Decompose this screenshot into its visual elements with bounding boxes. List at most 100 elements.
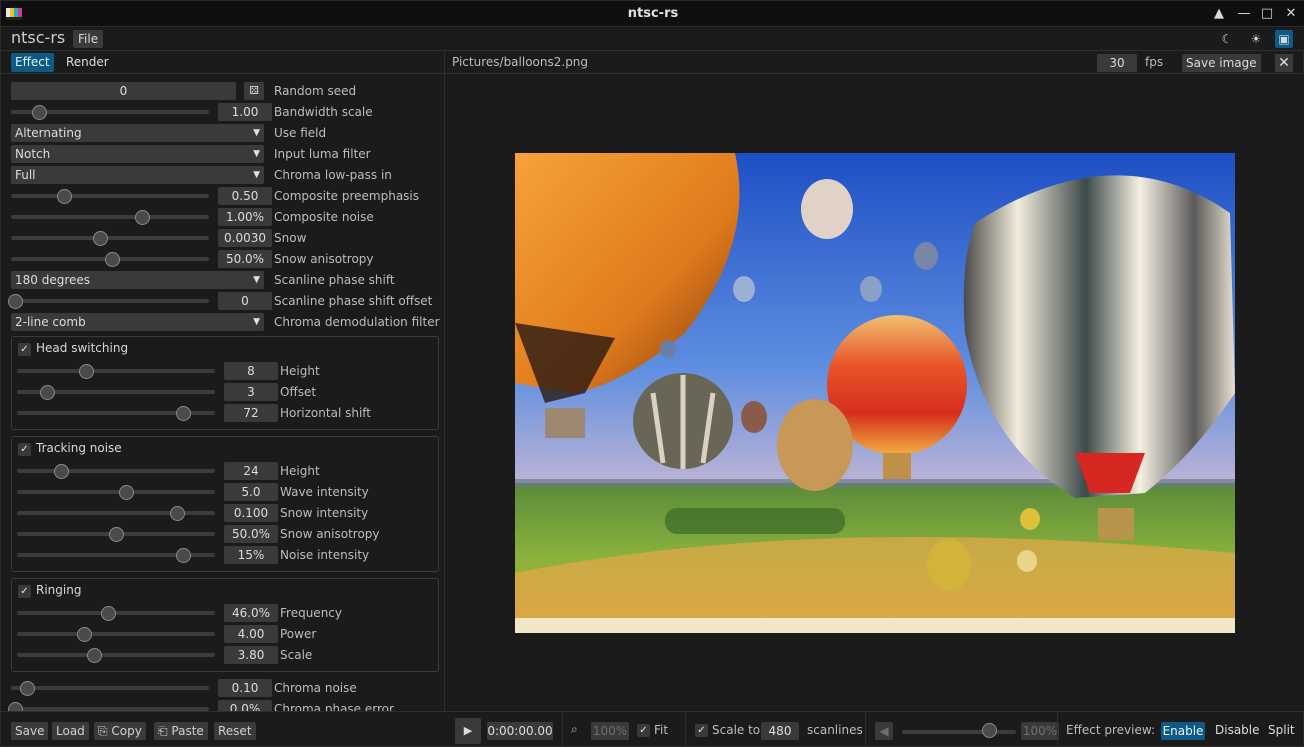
layout-icon[interactable]: ▣: [1275, 30, 1293, 48]
slider-knob[interactable]: [32, 105, 47, 120]
maximize-icon[interactable]: □: [1257, 4, 1277, 24]
slider-track[interactable]: [17, 632, 215, 636]
slider-track[interactable]: [17, 511, 215, 515]
slider-knob[interactable]: [8, 702, 23, 711]
value-input[interactable]: 46.0%: [224, 604, 278, 622]
slider-knob[interactable]: [119, 485, 134, 500]
zoom-field[interactable]: 100%: [591, 722, 629, 740]
value-input[interactable]: 8: [224, 362, 278, 380]
group-checkbox[interactable]: ✓: [18, 585, 31, 598]
fit-checkbox[interactable]: ✓: [637, 724, 650, 737]
seed-input[interactable]: 0: [11, 82, 236, 100]
scale-checkbox[interactable]: ✓: [695, 724, 708, 737]
value-input[interactable]: 1.00%: [218, 208, 272, 226]
preview-enable-option[interactable]: Enable: [1161, 722, 1205, 740]
control-label: Power: [280, 627, 317, 641]
slider-track[interactable]: [17, 469, 215, 473]
dropdown[interactable]: 180 degrees ▼: [11, 271, 264, 289]
speaker-icon[interactable]: ◀: [875, 722, 893, 740]
reset-button[interactable]: Reset: [214, 722, 256, 740]
sun-icon[interactable]: ☀: [1247, 30, 1265, 48]
value-input[interactable]: 4.00: [224, 625, 278, 643]
volume-knob[interactable]: [982, 723, 997, 738]
group-checkbox[interactable]: ✓: [18, 343, 31, 356]
dropdown[interactable]: Notch ▼: [11, 145, 264, 163]
dice-icon[interactable]: ⚄: [244, 82, 264, 100]
preset-toolbar: Save Load ⎘ Copy ⎗ Paste Reset: [1, 711, 445, 747]
value-input[interactable]: 0.10: [218, 679, 272, 697]
dropdown-value: Alternating: [15, 126, 82, 140]
slider-track[interactable]: [17, 611, 215, 615]
slider-knob[interactable]: [93, 231, 108, 246]
slider-knob[interactable]: [77, 627, 92, 642]
value-input[interactable]: 0.100: [224, 504, 278, 522]
control-row: 24 Height: [17, 461, 444, 482]
fps-input[interactable]: 30: [1097, 54, 1137, 72]
slider-track[interactable]: [11, 236, 209, 240]
minimize-icon[interactable]: —: [1234, 4, 1254, 24]
load-button[interactable]: Load: [52, 722, 89, 740]
tab-render[interactable]: Render: [62, 53, 113, 72]
slider-knob[interactable]: [109, 527, 124, 542]
slider-knob[interactable]: [57, 189, 72, 204]
value-input[interactable]: 3: [224, 383, 278, 401]
slider-knob[interactable]: [79, 364, 94, 379]
control-row: 3 Offset: [17, 382, 444, 403]
scanlines-input[interactable]: 480: [761, 722, 799, 740]
save-button[interactable]: Save: [11, 722, 49, 740]
slider-track[interactable]: [17, 369, 215, 373]
dropdown[interactable]: Alternating ▼: [11, 124, 264, 142]
value-input[interactable]: 0.50: [218, 187, 272, 205]
slider-track[interactable]: [11, 194, 209, 198]
panel-tabs: Effect Render: [1, 51, 444, 74]
collapse-icon[interactable]: ▲: [1209, 4, 1229, 24]
slider-track[interactable]: [17, 653, 215, 657]
slider-knob[interactable]: [54, 464, 69, 479]
slider-track[interactable]: [11, 215, 209, 219]
dropdown-value: Notch: [15, 147, 51, 161]
preview-split-option[interactable]: Split: [1268, 723, 1295, 737]
save-image-button[interactable]: Save image: [1182, 54, 1261, 72]
file-menu[interactable]: File: [73, 30, 104, 48]
slider-track[interactable]: [17, 490, 215, 494]
value-input[interactable]: 0.0030: [218, 229, 272, 247]
paste-button[interactable]: ⎗ Paste: [154, 722, 208, 740]
copy-button[interactable]: ⎘ Copy: [94, 722, 146, 740]
dropdown[interactable]: 2-line comb ▼: [11, 313, 264, 331]
value-input[interactable]: 0.0%: [218, 700, 272, 711]
volume-slider[interactable]: [902, 730, 1016, 734]
dropdown[interactable]: Full ▼: [11, 166, 264, 184]
slider-track[interactable]: [11, 686, 209, 690]
tab-effect[interactable]: Effect: [11, 53, 54, 72]
control-label: Composite noise: [274, 210, 374, 224]
slider-knob[interactable]: [8, 294, 23, 309]
slider-knob[interactable]: [170, 506, 185, 521]
slider-knob[interactable]: [87, 648, 102, 663]
close-image-icon[interactable]: ✕: [1275, 54, 1293, 72]
play-icon[interactable]: ▶: [455, 718, 481, 744]
value-input[interactable]: 1.00: [218, 103, 272, 121]
slider-knob[interactable]: [135, 210, 150, 225]
timecode[interactable]: 0:00:00.00: [487, 722, 553, 740]
slider-track[interactable]: [11, 299, 209, 303]
value-input[interactable]: 0: [218, 292, 272, 310]
slider-knob[interactable]: [101, 606, 116, 621]
slider-knob[interactable]: [176, 548, 191, 563]
preview-disable-option[interactable]: Disable: [1215, 723, 1260, 737]
slider-knob[interactable]: [20, 681, 35, 696]
value-input[interactable]: 3.80: [224, 646, 278, 664]
group-checkbox[interactable]: ✓: [18, 443, 31, 456]
close-window-icon[interactable]: ✕: [1281, 4, 1301, 24]
slider-knob[interactable]: [40, 385, 55, 400]
slider-knob[interactable]: [105, 252, 120, 267]
value-input[interactable]: 50.0%: [224, 525, 278, 543]
moon-icon[interactable]: ☾: [1218, 30, 1236, 48]
value-input[interactable]: 72: [224, 404, 278, 422]
volume-value[interactable]: 100%: [1021, 722, 1059, 740]
value-input[interactable]: 15%: [224, 546, 278, 564]
preview-image[interactable]: [515, 153, 1235, 633]
slider-knob[interactable]: [176, 406, 191, 421]
value-input[interactable]: 50.0%: [218, 250, 272, 268]
value-input[interactable]: 24: [224, 462, 278, 480]
value-input[interactable]: 5.0: [224, 483, 278, 501]
